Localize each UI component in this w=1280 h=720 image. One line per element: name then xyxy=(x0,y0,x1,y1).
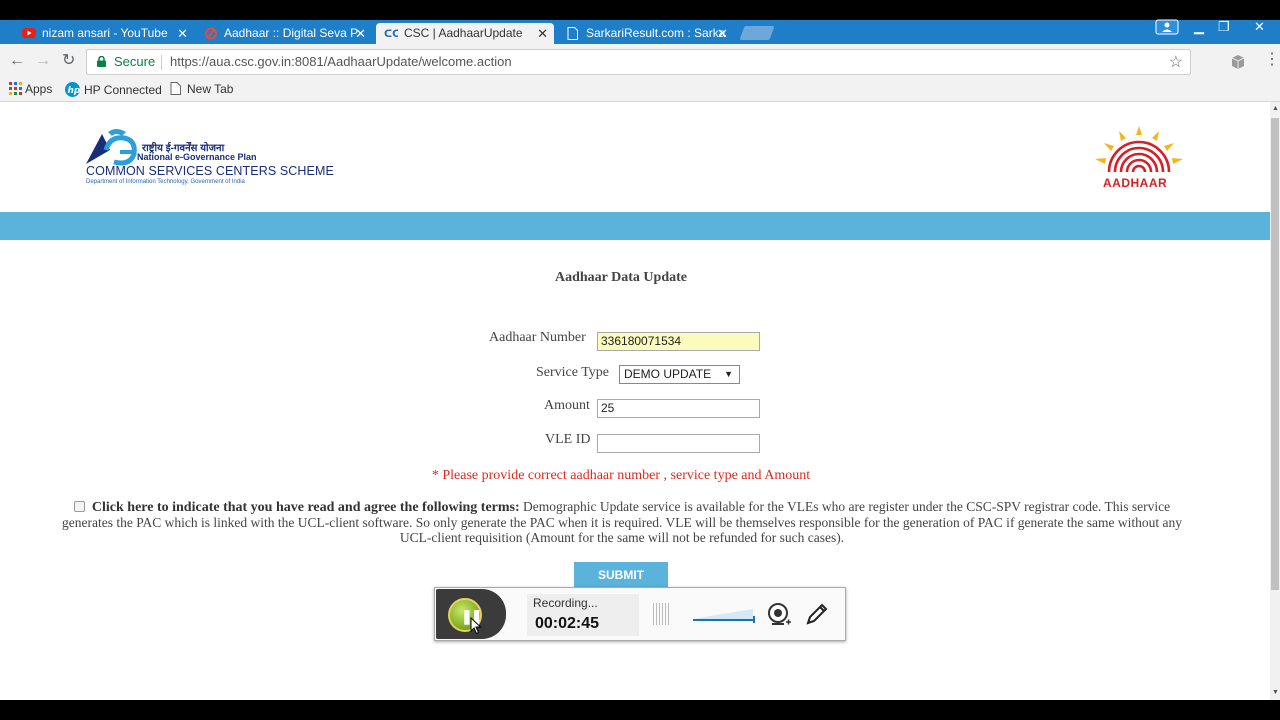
scroll-up-icon[interactable]: ▲ xyxy=(1272,105,1279,112)
reload-icon[interactable]: ↻ xyxy=(62,52,75,70)
agree-terms-checkbox[interactable] xyxy=(73,501,85,512)
terms-heading[interactable]: Click here to indicate that you have rea… xyxy=(92,500,520,515)
logo-dept-text: Department of Information Technology, Go… xyxy=(86,179,245,185)
page-scrollbar[interactable]: ▲ ▼ xyxy=(1270,102,1280,700)
aadhaar-number-input[interactable]: 336180071534 xyxy=(597,332,760,351)
drag-handle[interactable] xyxy=(653,603,669,625)
csc-favicon-icon: ᑕᑕ xyxy=(384,29,398,40)
svg-text:ᑕᑕ: ᑕᑕ xyxy=(384,29,398,40)
hp-icon: hp xyxy=(65,82,81,97)
profile-icon[interactable] xyxy=(1155,19,1179,38)
youtube-icon xyxy=(22,28,36,38)
recording-label: Recording... xyxy=(533,596,598,610)
menu-kebab-icon[interactable]: ⋮ xyxy=(1264,51,1280,69)
recording-status: Recording... 00:02:45 xyxy=(527,594,639,636)
back-arrow-icon[interactable]: ← xyxy=(9,52,25,70)
bookmark-new-tab[interactable]: New Tab xyxy=(170,82,233,96)
bookmark-hp-connected[interactable]: hp HP Connected xyxy=(65,82,162,97)
egov-emblem-icon xyxy=(86,129,137,166)
service-type-label: Service Type xyxy=(536,365,610,380)
terms-block: Click here to indicate that you have rea… xyxy=(60,499,1184,545)
scrollbar-thumb[interactable] xyxy=(1271,118,1279,590)
header-band xyxy=(0,212,1270,240)
tab-title: nizam ansari - YouTube xyxy=(42,26,168,40)
forward-arrow-icon[interactable]: → xyxy=(35,52,51,70)
dropdown-arrow-icon: ▼ xyxy=(724,369,733,379)
logo-scheme-text: COMMON SERVICES CENTERS SCHEME xyxy=(86,164,334,178)
webcam-icon[interactable] xyxy=(767,602,791,628)
aadhaar-number-label: Aadhaar Number xyxy=(489,330,586,345)
bookmark-label: Apps xyxy=(25,82,53,96)
new-tab-button[interactable] xyxy=(739,26,775,40)
minimize-icon[interactable]: ▁ xyxy=(1194,20,1204,34)
submit-button[interactable]: SUBMIT xyxy=(574,562,668,589)
window-top-bar xyxy=(0,0,1280,20)
tab-title: SarkariResult.com : Sarka xyxy=(586,26,726,40)
tab-digital-seva[interactable]: Aadhaar :: Digital Seva P ✕ xyxy=(196,23,372,44)
aadhaar-logo: AADHAAR xyxy=(1091,126,1187,190)
secure-label: Secure xyxy=(114,54,156,69)
recording-timer: 00:02:45 xyxy=(535,615,600,632)
mouse-cursor-icon xyxy=(470,617,482,635)
service-type-selected: DEMO UPDATE xyxy=(624,367,712,381)
close-window-icon[interactable]: ✕ xyxy=(1254,20,1265,34)
validation-warning: * Please provide correct aadhaar number … xyxy=(431,468,811,483)
aadhaar-sun-icon xyxy=(1095,126,1183,173)
divider xyxy=(161,55,162,70)
svg-text:hp: hp xyxy=(68,86,81,96)
bookmark-apps[interactable]: Apps xyxy=(9,82,52,96)
amount-input[interactable]: 25 xyxy=(597,399,760,418)
bookmark-label: HP Connected xyxy=(84,83,162,97)
digital-seva-icon xyxy=(205,27,217,40)
close-tab-icon[interactable]: ✕ xyxy=(355,23,366,44)
recorder-control-panel: ❚❚ xyxy=(436,589,506,639)
apps-grid-icon xyxy=(9,82,22,95)
csc-logo: राष्ट्रीय ई-गवर्नेंस योजना National e-Go… xyxy=(86,128,356,188)
close-tab-icon[interactable]: ✕ xyxy=(177,23,188,44)
address-bar[interactable]: Secure https://aua.csc.gov.in:8081/Aadha… xyxy=(86,49,1191,75)
tab-strip: nizam ansari - YouTube ✕ Aadhaar :: Digi… xyxy=(0,19,1280,44)
pen-annotate-icon[interactable] xyxy=(805,602,829,626)
volume-slider-icon[interactable] xyxy=(693,607,755,623)
aadhaar-logo-text: AADHAAR xyxy=(1103,176,1168,190)
close-tab-icon[interactable]: ✕ xyxy=(537,23,548,44)
page-icon xyxy=(170,82,181,95)
url-text[interactable]: https://aua.csc.gov.in:8081/AadhaarUpdat… xyxy=(170,54,512,69)
tab-youtube[interactable]: nizam ansari - YouTube ✕ xyxy=(14,23,194,44)
lock-icon xyxy=(97,56,106,67)
browser-toolbar: ← → ↻ Secure https://aua.csc.gov.in:8081… xyxy=(0,44,1280,78)
scroll-down-icon[interactable]: ▼ xyxy=(1272,689,1279,696)
close-tab-icon[interactable]: ✕ xyxy=(717,23,728,44)
extension-icon[interactable] xyxy=(1230,54,1246,70)
service-type-select[interactable]: DEMO UPDATE ▼ xyxy=(619,365,740,384)
logo-plan-text: National e-Governance Plan xyxy=(137,152,257,162)
screen-recorder-widget: ❚❚ Recording... 00:02:45 xyxy=(434,587,846,641)
tab-csc-aadhaar-update[interactable]: ᑕᑕ CSC | AadhaarUpdate ✕ xyxy=(376,23,554,44)
bookmark-label: New Tab xyxy=(187,82,234,96)
tab-title: CSC | AadhaarUpdate xyxy=(404,26,523,40)
bookmarks-bar: Apps hp HP Connected New Tab xyxy=(0,78,1280,102)
vle-id-label: VLE ID xyxy=(545,432,591,447)
tab-title: Aadhaar :: Digital Seva P xyxy=(224,26,359,40)
amount-label: Amount xyxy=(544,398,590,413)
window-bottom-bar xyxy=(0,700,1280,720)
bookmark-star-icon[interactable]: ☆ xyxy=(1169,52,1183,72)
tab-sarkari-result[interactable]: SarkariResult.com : Sarka ✕ xyxy=(558,23,734,44)
restore-icon[interactable]: ❐ xyxy=(1218,20,1230,34)
page-icon xyxy=(567,27,578,40)
vle-id-input[interactable] xyxy=(597,434,760,453)
page-title: Aadhaar Data Update xyxy=(555,270,687,285)
